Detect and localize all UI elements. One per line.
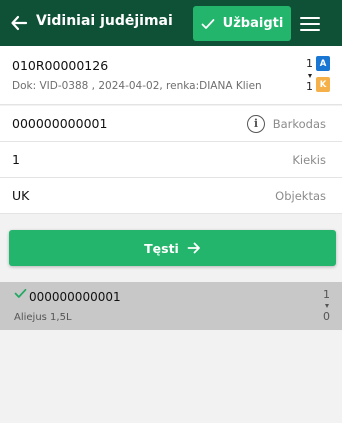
document-card: 010R00000126 Dok: VID-0388 , 2024-04-02,…: [0, 46, 342, 105]
document-code: 010R00000126: [12, 58, 109, 73]
continue-button[interactable]: Tęsti: [9, 230, 336, 266]
barcode-label: Barkodas: [272, 117, 326, 131]
object-label: Objektas: [275, 189, 326, 203]
document-count-top: 1: [306, 57, 313, 70]
hamburger-icon: [300, 17, 320, 19]
item-name: Aliejus 1,5L: [14, 312, 72, 323]
document-meta: Dok: VID-0388 , 2024-04-02, renka:DIANA …: [12, 80, 262, 92]
app-header: Vidiniai judėjimai Užbaigti: [0, 0, 342, 46]
quantity-label: Kiekis: [292, 153, 326, 167]
finish-button-label: Užbaigti: [222, 16, 284, 31]
item-count-top: 1: [323, 288, 330, 301]
barcode-input[interactable]: [12, 106, 232, 141]
quantity-input[interactable]: [12, 142, 232, 177]
badge-a: A: [316, 56, 330, 71]
triangle-down-icon: [325, 304, 329, 308]
object-input[interactable]: [12, 178, 232, 213]
object-field: Objektas: [0, 178, 342, 214]
back-button[interactable]: [4, 8, 34, 38]
finish-button[interactable]: Užbaigti: [193, 6, 291, 41]
barcode-field: i Barkodas: [0, 106, 342, 142]
triangle-down-icon: [308, 74, 312, 78]
check-icon: [201, 18, 215, 29]
continue-button-label: Tęsti: [144, 240, 179, 256]
arrow-left-icon: [11, 15, 28, 31]
badge-k: K: [316, 77, 330, 92]
page-title: Vidiniai judėjimai: [36, 13, 173, 29]
arrow-right-icon: [187, 242, 200, 254]
item-count-bottom: 0: [323, 310, 330, 323]
item-code: 000000000001: [29, 290, 121, 304]
check-icon: [14, 288, 27, 298]
menu-button[interactable]: [298, 12, 324, 36]
quantity-field: Kiekis: [0, 142, 342, 178]
document-count-bottom: 1: [306, 80, 313, 93]
info-icon[interactable]: i: [247, 115, 265, 133]
